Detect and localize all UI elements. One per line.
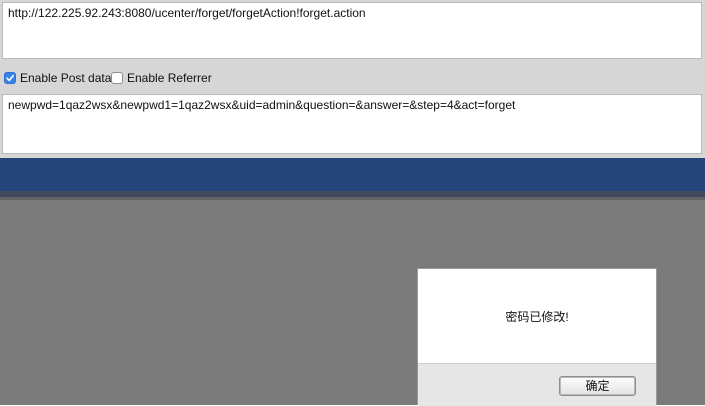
- enable-post-data-checkbox[interactable]: [4, 71, 16, 84]
- page-header-band: [0, 158, 705, 191]
- alert-dialog: 密码已修改! 确定: [417, 268, 657, 406]
- enable-post-data-label: Enable Post data: [20, 70, 112, 85]
- alert-dialog-body: 密码已修改!: [418, 269, 656, 363]
- enable-referrer-checkbox[interactable]: [111, 71, 123, 84]
- hackbar-options-row: Enable Post data Enable Referrer: [0, 62, 705, 92]
- hackbar-panel: http://122.225.92.243:8080/ucenter/forge…: [0, 0, 705, 158]
- url-input[interactable]: http://122.225.92.243:8080/ucenter/forge…: [2, 2, 702, 59]
- enable-post-data-option[interactable]: Enable Post data: [4, 70, 111, 85]
- post-data-input[interactable]: newpwd=1qaz2wsx&newpwd1=1qaz2wsx&uid=adm…: [2, 94, 702, 154]
- checkmark-icon: [6, 74, 14, 81]
- overlay-top-edge: [0, 197, 705, 200]
- alert-dialog-footer: 确定: [418, 363, 656, 406]
- alert-message: 密码已修改!: [505, 310, 569, 324]
- ok-button[interactable]: 确定: [559, 376, 636, 396]
- enable-referrer-label: Enable Referrer: [127, 70, 212, 85]
- enable-referrer-option[interactable]: Enable Referrer: [111, 70, 212, 85]
